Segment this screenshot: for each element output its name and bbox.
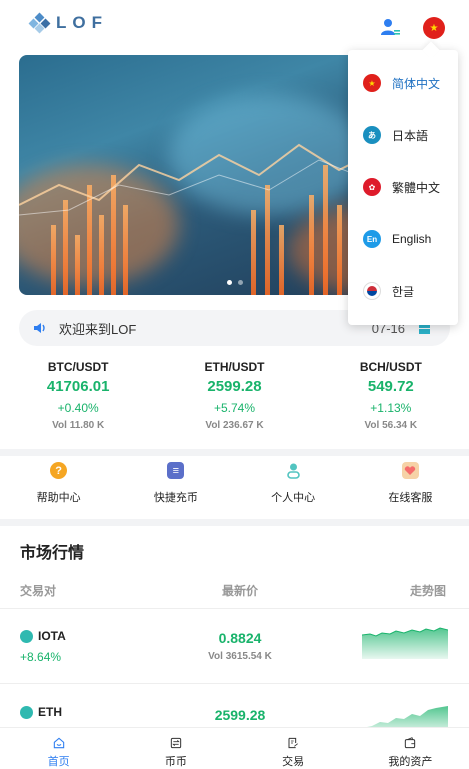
- ticker-change: +5.74%: [213, 401, 256, 415]
- app-page: LOF ★ 欢迎来到LOF 07-16 BTC/USDT 41706.01 +0…: [0, 0, 469, 769]
- language-label: 日本語: [392, 128, 429, 143]
- ticker-change: +0.40%: [57, 401, 99, 415]
- logo-mark-icon: [28, 12, 51, 34]
- shortcut-label: 快捷充币: [153, 492, 198, 504]
- ticker-btc[interactable]: BTC/USDT 41706.01 +0.40% Vol 11.80 K: [0, 360, 156, 446]
- logo[interactable]: LOF: [28, 12, 108, 34]
- wallet-icon: [405, 737, 416, 749]
- shortcut-label: 个人中心: [271, 492, 316, 504]
- nav-home[interactable]: 首页: [0, 728, 117, 769]
- language-option-korean[interactable]: 한글: [348, 265, 458, 317]
- column-trend: 走势图: [410, 584, 447, 598]
- bottom-nav: 首页 币币 交易 我的资产: [0, 727, 469, 769]
- language-label: 繁體中文: [392, 180, 441, 195]
- coin-change: +8.64%: [20, 650, 62, 664]
- language-label: 简体中文: [392, 76, 441, 91]
- logo-text: LOF: [56, 13, 108, 32]
- sparkline-chart: [362, 627, 448, 659]
- language-switch-flag-icon[interactable]: ★: [423, 17, 445, 39]
- nav-my-assets[interactable]: 我的资产: [352, 728, 469, 769]
- shortcut-help-center[interactable]: ? 帮助中心: [0, 462, 117, 518]
- shortcut-bar: ? 帮助中心 ≡ 快捷充币 个人中心 在线客服: [0, 462, 469, 518]
- language-menu: ★ 简体中文 あ 日本語 ✿ 繁體中文 En English 한글: [348, 50, 458, 325]
- ticker-volume: Vol 56.34 K: [364, 420, 418, 431]
- ticker-price: 549.72: [367, 378, 414, 395]
- coin-name: IOTA: [38, 629, 66, 643]
- header: LOF ★: [0, 0, 469, 52]
- coin-price: 2599.28: [214, 707, 266, 723]
- speaker-icon: [34, 323, 45, 333]
- column-pair: 交易对: [20, 584, 57, 598]
- nav-label: 交易: [282, 756, 305, 768]
- ticker-pair: BCH/USDT: [359, 360, 422, 374]
- ticker-pair: BTC/USDT: [47, 360, 109, 374]
- coin-icon: [20, 706, 33, 719]
- user-icon[interactable]: [380, 17, 400, 37]
- ticker-price: 2599.28: [207, 378, 262, 395]
- language-option-simplified-chinese[interactable]: ★ 简体中文: [348, 57, 458, 109]
- coin-price: 0.8824: [218, 630, 262, 646]
- market-row[interactable]: IOTA +8.64% 0.8824 Vol 3615.54 K: [0, 608, 469, 682]
- coin-name: ETH: [38, 705, 62, 719]
- coin-volume: Vol 3615.54 K: [208, 651, 272, 662]
- shortcut-online-support[interactable]: 在线客服: [352, 462, 469, 518]
- shortcut-label: 在线客服: [388, 492, 433, 504]
- japan-badge-icon: あ: [363, 126, 381, 144]
- support-mail-icon: [401, 462, 419, 479]
- language-label: 한글: [392, 284, 415, 299]
- ticker-eth[interactable]: ETH/USDT 2599.28 +5.74% Vol 236.67 K: [156, 360, 312, 446]
- market-title: 市场行情: [20, 545, 85, 562]
- nav-trade[interactable]: 交易: [235, 728, 352, 769]
- english-badge-icon: En: [363, 230, 381, 248]
- shortcut-label: 帮助中心: [36, 492, 81, 504]
- ticker-pair: ETH/USDT: [204, 360, 265, 374]
- language-label: English: [392, 232, 432, 246]
- home-icon: [53, 737, 64, 749]
- column-latest-price: 最新价: [222, 584, 259, 598]
- trade-icon: [288, 737, 299, 749]
- nav-coin-trading[interactable]: 币币: [117, 728, 234, 769]
- help-icon: ?: [50, 462, 68, 479]
- china-flag-icon: ★: [363, 74, 381, 92]
- shortcut-quick-recharge[interactable]: ≡ 快捷充币: [117, 462, 234, 518]
- ticker-change: +1.13%: [370, 401, 412, 415]
- ticker-volume: Vol 11.80 K: [52, 420, 105, 431]
- language-option-english[interactable]: En English: [348, 213, 458, 265]
- section-divider: [0, 449, 469, 456]
- language-option-traditional-chinese[interactable]: ✿ 繁體中文: [348, 161, 458, 213]
- ticker-volume: Vol 236.67 K: [205, 420, 264, 431]
- section-divider: [0, 519, 469, 526]
- ticker-bch[interactable]: BCH/USDT 549.72 +1.13% Vol 56.34 K: [313, 360, 469, 446]
- ticker-price: 41706.01: [46, 378, 110, 395]
- language-option-japanese[interactable]: あ 日本語: [348, 109, 458, 161]
- coin-icon: [20, 630, 33, 643]
- swap-icon: [170, 737, 182, 749]
- nav-label: 我的资产: [388, 756, 433, 768]
- recharge-icon: ≡: [167, 462, 185, 479]
- ticker-strip: BTC/USDT 41706.01 +0.40% Vol 11.80 K ETH…: [0, 360, 469, 446]
- shortcut-personal-center[interactable]: 个人中心: [235, 462, 352, 518]
- person-icon: [285, 462, 302, 479]
- korea-flag-icon: [363, 282, 381, 300]
- hongkong-flag-icon: ✿: [363, 178, 381, 196]
- nav-label: 币币: [164, 756, 187, 768]
- notice-text: 欢迎来到LOF: [59, 321, 137, 337]
- nav-label: 首页: [47, 756, 70, 768]
